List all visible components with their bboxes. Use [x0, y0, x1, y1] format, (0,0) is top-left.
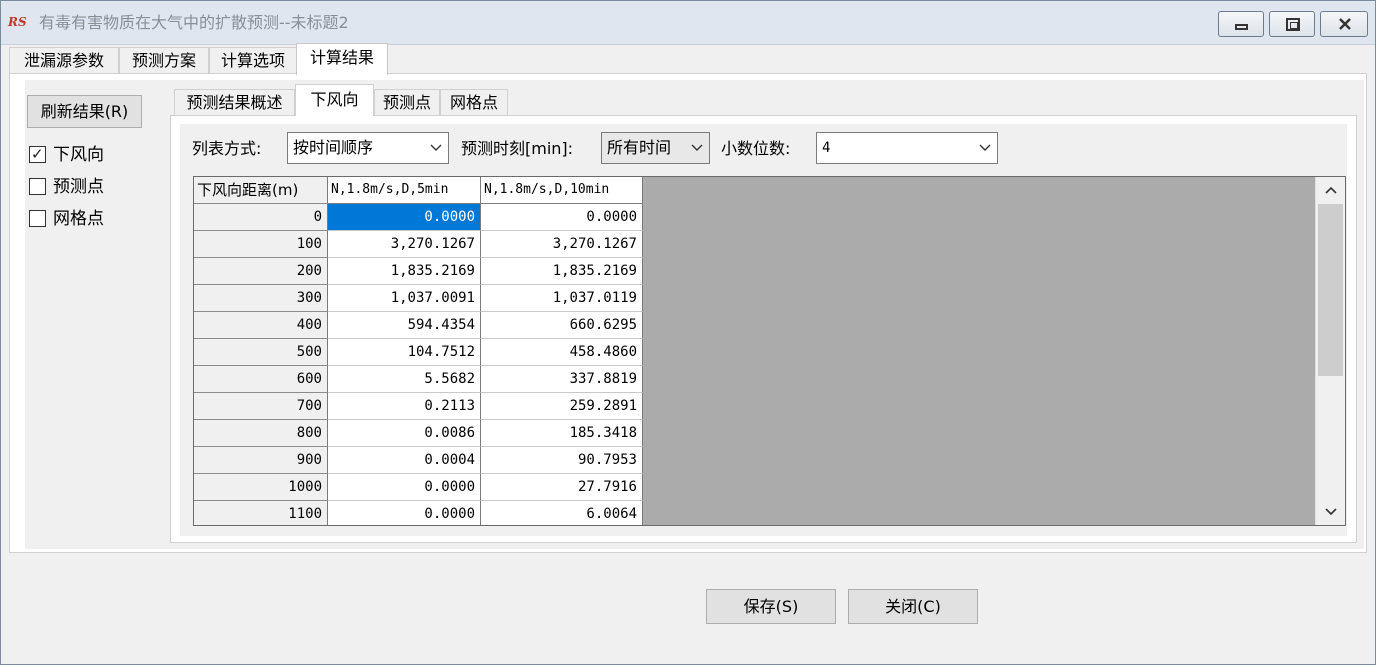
minimize-icon: [1235, 24, 1248, 30]
row-header-cell[interactable]: 700: [194, 393, 328, 420]
chevron-down-icon: [430, 133, 442, 152]
app-window: RS 有毒有害物质在大气中的扩散预测--未标题2 泄漏源参数 预测方案 计算选项…: [0, 0, 1376, 665]
row-header-cell[interactable]: 600: [194, 366, 328, 393]
table-cell[interactable]: 259.2891: [481, 393, 643, 420]
row-header-cell[interactable]: 1100: [194, 501, 328, 525]
close-button[interactable]: 关闭(C): [848, 589, 978, 624]
table-cell[interactable]: 1,835.2169: [328, 258, 481, 285]
list-mode-select[interactable]: 按时间顺序: [287, 132, 449, 164]
title-bar: RS 有毒有害物质在大气中的扩散预测--未标题2: [1, 1, 1375, 45]
table-cell[interactable]: 90.7953: [481, 447, 643, 474]
refresh-results-button[interactable]: 刷新结果(R): [27, 95, 142, 128]
table-cell[interactable]: 0.0000: [328, 474, 481, 501]
column-header[interactable]: N,1.8m/s,D,5min: [328, 177, 481, 204]
decimals-select[interactable]: 4: [816, 132, 998, 164]
minimize-button[interactable]: [1218, 11, 1264, 37]
table-cell[interactable]: 5.5682: [328, 366, 481, 393]
table-cell[interactable]: 6.0064: [481, 501, 643, 525]
table-cell[interactable]: 0.2113: [328, 393, 481, 420]
subtab-prediction-points[interactable]: 预测点: [374, 89, 440, 115]
table-cell[interactable]: 185.3418: [481, 420, 643, 447]
maximize-button[interactable]: [1269, 11, 1315, 37]
row-header-cell[interactable]: 900: [194, 447, 328, 474]
checkbox-box: [29, 210, 46, 227]
subtab-grid-points[interactable]: 网格点: [440, 89, 508, 115]
row-header-cell[interactable]: 800: [194, 420, 328, 447]
table-cell[interactable]: 104.7512: [328, 339, 481, 366]
table-cell[interactable]: 3,270.1267: [481, 231, 643, 258]
downwind-content: 列表方式: 按时间顺序 预测时刻[min]: 所有时间 小数位数: 4 下风向距…: [180, 124, 1347, 536]
checkbox-label: 预测点: [53, 177, 104, 197]
table-cell[interactable]: 3,270.1267: [328, 231, 481, 258]
vertical-scrollbar[interactable]: [1315, 177, 1345, 525]
column-header[interactable]: N,1.8m/s,D,10min: [481, 177, 643, 204]
tab-calc-results[interactable]: 计算结果: [296, 43, 388, 75]
save-button[interactable]: 保存(S): [706, 589, 836, 624]
left-pane: 刷新结果(R) ✓ 下风向 预测点 网格点: [25, 80, 170, 549]
close-icon: [1339, 18, 1351, 30]
table-cell[interactable]: 0.0086: [328, 420, 481, 447]
table-cell[interactable]: 0.0000: [328, 204, 481, 231]
checkbox-label: 下风向: [53, 145, 104, 165]
app-logo: RS: [8, 15, 27, 29]
table-cell[interactable]: 594.4354: [328, 312, 481, 339]
table-cell[interactable]: 1,037.0119: [481, 285, 643, 312]
row-header-cell[interactable]: 1000: [194, 474, 328, 501]
table-cell[interactable]: 1,835.2169: [481, 258, 643, 285]
table-cell[interactable]: 0.0000: [481, 204, 643, 231]
window-title: 有毒有害物质在大气中的扩散预测--未标题2: [39, 13, 349, 32]
decimals-label: 小数位数:: [721, 139, 791, 158]
tab-leak-source[interactable]: 泄漏源参数: [9, 47, 119, 74]
chevron-down-icon: [1324, 508, 1337, 516]
tab-calc-options[interactable]: 计算选项: [209, 47, 297, 74]
chevron-down-icon: [691, 133, 703, 152]
subtab-downwind[interactable]: 下风向: [295, 84, 374, 116]
chevron-up-icon: [1324, 186, 1337, 194]
tab-prediction-scheme[interactable]: 预测方案: [119, 47, 209, 74]
check-icon: ✓: [31, 145, 44, 163]
checkbox-label: 网格点: [53, 209, 104, 229]
prediction-time-value: 所有时间: [607, 138, 672, 157]
scroll-up-button[interactable]: [1316, 177, 1345, 203]
table-cell[interactable]: 660.6295: [481, 312, 643, 339]
row-header-cell[interactable]: 400: [194, 312, 328, 339]
restore-icon: [1286, 18, 1300, 31]
subtab-overview[interactable]: 预测结果概述: [174, 89, 295, 115]
decimals-value: 4: [822, 140, 831, 156]
table-cell[interactable]: 27.7916: [481, 474, 643, 501]
checkbox-box: ✓: [29, 145, 46, 163]
table-cell[interactable]: 458.4860: [481, 339, 643, 366]
right-pane: 预测结果概述 下风向 预测点 网格点 列表方式: 按时间顺序 预测时刻[min]…: [170, 80, 1364, 549]
row-header-cell[interactable]: 500: [194, 339, 328, 366]
list-mode-label: 列表方式:: [192, 139, 262, 158]
checkbox-box: [29, 178, 46, 195]
table-cell[interactable]: 337.8819: [481, 366, 643, 393]
results-panel: 刷新结果(R) ✓ 下风向 预测点 网格点 预测结果概述 下风向 预测点 网格点…: [9, 73, 1367, 553]
downwind-panel: 列表方式: 按时间顺序 预测时刻[min]: 所有时间 小数位数: 4 下风向距…: [170, 115, 1357, 543]
column-header[interactable]: 下风向距离(m): [194, 177, 328, 204]
table-cell[interactable]: 0.0004: [328, 447, 481, 474]
row-header-cell[interactable]: 200: [194, 258, 328, 285]
close-window-button[interactable]: [1320, 11, 1368, 37]
table-cell[interactable]: 1,037.0091: [328, 285, 481, 312]
row-header-cell[interactable]: 0: [194, 204, 328, 231]
chevron-down-icon: [979, 133, 991, 152]
results-grid[interactable]: 下风向距离(m) N,1.8m/s,D,5min N,1.8m/s,D,10min 0…: [193, 176, 1346, 526]
row-header-cell[interactable]: 100: [194, 231, 328, 258]
list-mode-value: 按时间顺序: [293, 138, 374, 157]
row-header-cell[interactable]: 300: [194, 285, 328, 312]
table-cell[interactable]: 0.0000: [328, 501, 481, 525]
scroll-down-button[interactable]: [1316, 499, 1345, 525]
prediction-time-select[interactable]: 所有时间: [601, 132, 710, 164]
scroll-thumb[interactable]: [1318, 204, 1343, 376]
prediction-time-label: 预测时刻[min]:: [461, 139, 574, 158]
